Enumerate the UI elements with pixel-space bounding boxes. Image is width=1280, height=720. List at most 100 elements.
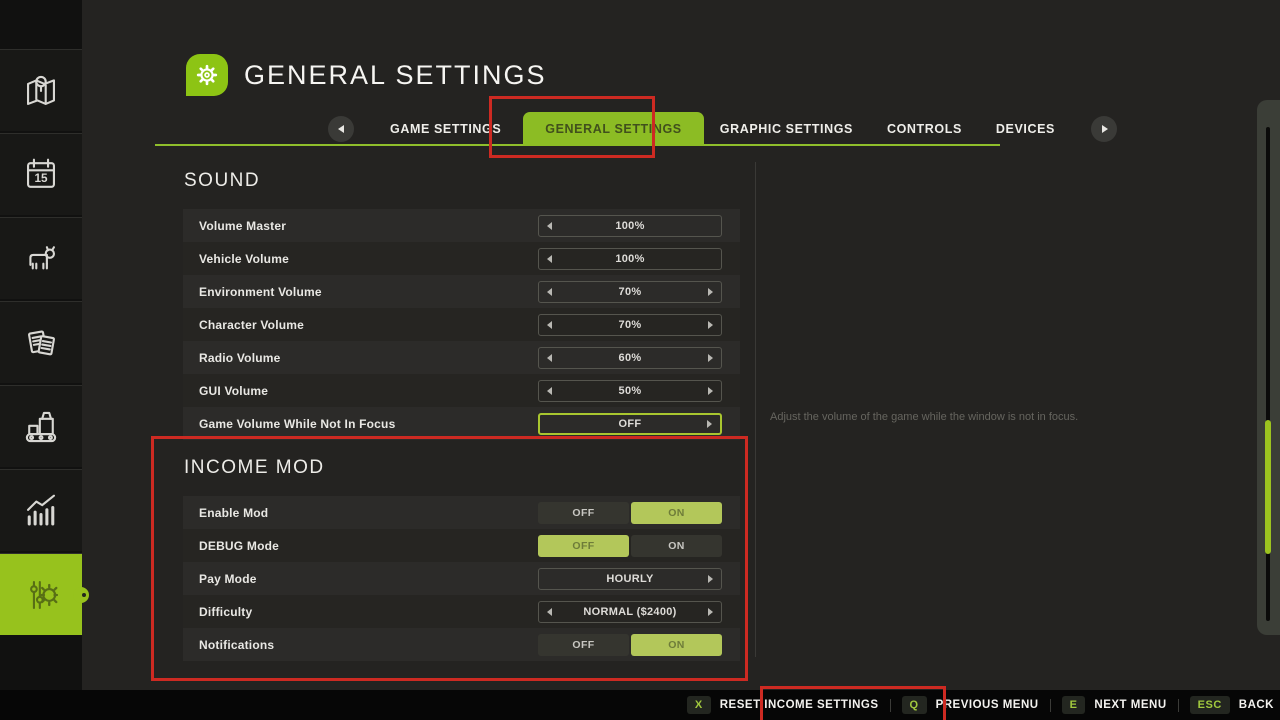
stepper-value: NORMAL ($2400) xyxy=(583,606,676,618)
map-icon xyxy=(21,71,61,111)
stepper-value: 70% xyxy=(619,319,642,331)
vehicle-volume-stepper[interactable]: 100% xyxy=(538,248,722,270)
reset-income-settings-button[interactable]: X RESET INCOME SETTINGS xyxy=(687,696,879,714)
row-label: Enable Mod xyxy=(199,506,268,520)
bottom-key-bar: X RESET INCOME SETTINGS Q PREVIOUS MENU … xyxy=(0,690,1280,720)
settings-row: Difficulty NORMAL ($2400) xyxy=(183,595,740,628)
row-label: GUI Volume xyxy=(199,384,268,398)
settings-row: Volume Master 100% xyxy=(183,209,740,242)
game-volume-not-in-focus-stepper[interactable]: OFF xyxy=(538,413,722,435)
radio-volume-stepper[interactable]: 60% xyxy=(538,347,722,369)
back-button[interactable]: ESC BACK xyxy=(1190,696,1274,714)
tab-general-settings[interactable]: GENERAL SETTINGS xyxy=(523,112,703,146)
scrollbar-thumb[interactable] xyxy=(1265,420,1271,554)
row-label: Pay Mode xyxy=(199,572,257,586)
sidebar-item-production[interactable] xyxy=(0,385,82,467)
next-menu-button[interactable]: E NEXT MENU xyxy=(1062,696,1167,714)
decrease-arrow[interactable] xyxy=(547,288,552,296)
notifications-on-button[interactable]: ON xyxy=(631,634,722,656)
active-item-bump xyxy=(73,587,89,603)
page-title: GENERAL SETTINGS xyxy=(244,60,547,91)
sidebar-item-map[interactable] xyxy=(0,49,82,131)
back-label: BACK xyxy=(1239,699,1274,711)
increase-arrow[interactable] xyxy=(708,288,713,296)
notifications-off-button[interactable]: OFF xyxy=(538,634,629,656)
tab-graphic-settings[interactable]: GRAPHIC SETTINGS xyxy=(720,112,853,146)
increase-arrow[interactable] xyxy=(708,575,713,583)
increase-arrow[interactable] xyxy=(708,321,713,329)
debug-mode-on-button[interactable]: ON xyxy=(631,535,722,557)
decrease-arrow[interactable] xyxy=(547,354,552,362)
tab-devices[interactable]: DEVICES xyxy=(996,112,1055,146)
divider xyxy=(1178,699,1179,712)
stepper-value: 70% xyxy=(619,286,642,298)
stepper-value: 100% xyxy=(615,253,644,265)
stepper-value: 100% xyxy=(615,220,644,232)
sidebar-item-animals[interactable] xyxy=(0,217,82,299)
increase-arrow[interactable] xyxy=(708,387,713,395)
setting-help-text: Adjust the volume of the game while the … xyxy=(770,411,1200,423)
enable-mod-on-button[interactable]: ON xyxy=(631,502,722,524)
contracts-icon xyxy=(21,323,61,363)
tab-controls[interactable]: CONTROLS xyxy=(887,112,962,146)
calendar-icon: 15 xyxy=(21,155,61,195)
stepper-value: HOURLY xyxy=(606,573,653,585)
sidebar-item-calendar[interactable]: 15 xyxy=(0,133,82,215)
gear-icon xyxy=(192,60,222,90)
character-volume-stepper[interactable]: 70% xyxy=(538,314,722,336)
tab-game-settings[interactable]: GAME SETTINGS xyxy=(390,112,501,146)
decrease-arrow[interactable] xyxy=(547,321,552,329)
notifications-toggle: OFF ON xyxy=(538,634,722,656)
cow-icon xyxy=(21,239,61,279)
pay-mode-stepper[interactable]: HOURLY xyxy=(538,568,722,590)
sidebar: 15 xyxy=(0,0,82,720)
settings-gear-badge xyxy=(186,54,228,96)
settings-row: Pay Mode HOURLY xyxy=(183,562,740,595)
sidebar-item-statistics[interactable] xyxy=(0,469,82,551)
settings-row: Character Volume 70% xyxy=(183,308,740,341)
row-label: Volume Master xyxy=(199,219,286,233)
settings-row: Enable Mod OFF ON xyxy=(183,496,740,529)
environment-volume-stepper[interactable]: 70% xyxy=(538,281,722,303)
row-label: Difficulty xyxy=(199,605,252,619)
volume-master-stepper[interactable]: 100% xyxy=(538,215,722,237)
sidebar-item-settings[interactable] xyxy=(0,553,82,635)
tabs-next-button[interactable] xyxy=(1091,116,1117,142)
row-label: Radio Volume xyxy=(199,351,281,365)
income-rows: Enable Mod OFF ON DEBUG Mode OFF ON Pay … xyxy=(183,496,740,661)
tabs-prev-button[interactable] xyxy=(328,116,354,142)
key-badge-x: X xyxy=(687,696,711,714)
decrease-arrow[interactable] xyxy=(547,387,552,395)
settings-row: DEBUG Mode OFF ON xyxy=(183,529,740,562)
panel-divider xyxy=(755,162,756,657)
next-menu-label: NEXT MENU xyxy=(1094,699,1166,711)
previous-menu-button[interactable]: Q PREVIOUS MENU xyxy=(902,696,1039,714)
increase-arrow[interactable] xyxy=(707,420,712,428)
statistics-icon xyxy=(21,491,61,531)
increase-arrow[interactable] xyxy=(708,354,713,362)
row-label: Game Volume While Not In Focus xyxy=(199,417,395,431)
row-label: Notifications xyxy=(199,638,274,652)
gui-volume-stepper[interactable]: 50% xyxy=(538,380,722,402)
settings-row: Game Volume While Not In Focus OFF xyxy=(183,407,740,440)
settings-row: GUI Volume 50% xyxy=(183,374,740,407)
debug-mode-toggle: OFF ON xyxy=(538,535,722,557)
settings-row: Environment Volume 70% xyxy=(183,275,740,308)
previous-menu-label: PREVIOUS MENU xyxy=(936,699,1039,711)
tab-bar: GAME SETTINGS GENERAL SETTINGS GRAPHIC S… xyxy=(328,112,1117,146)
key-badge-esc: ESC xyxy=(1190,696,1230,714)
decrease-arrow[interactable] xyxy=(547,255,552,263)
decrease-arrow[interactable] xyxy=(547,222,552,230)
debug-mode-off-button[interactable]: OFF xyxy=(538,535,629,557)
difficulty-stepper[interactable]: NORMAL ($2400) xyxy=(538,601,722,623)
row-label: DEBUG Mode xyxy=(199,539,279,553)
increase-arrow[interactable] xyxy=(708,608,713,616)
settings-row: Notifications OFF ON xyxy=(183,628,740,661)
divider xyxy=(1050,699,1051,712)
sidebar-item-contracts[interactable] xyxy=(0,301,82,383)
stepper-value: 50% xyxy=(619,385,642,397)
decrease-arrow[interactable] xyxy=(547,608,552,616)
key-badge-q: Q xyxy=(902,696,927,714)
settings-sliders-icon xyxy=(21,575,61,615)
enable-mod-off-button[interactable]: OFF xyxy=(538,502,629,524)
